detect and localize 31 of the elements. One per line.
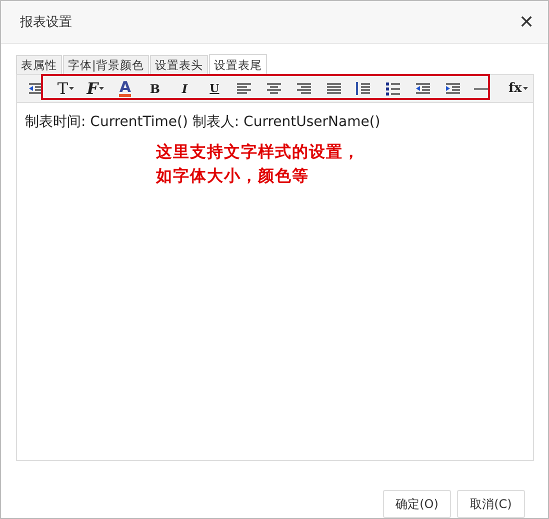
footer-text: 制表时间: CurrentTime() 制表人: CurrentUserName() [25, 113, 382, 131]
close-button[interactable]: ✕ [519, 11, 534, 33]
justify-icon[interactable] [326, 81, 342, 96]
tab[interactable]: 设置表尾 [208, 54, 267, 74]
confirm-button[interactable]: 确定(O) [383, 490, 451, 518]
editor-area[interactable]: 制表时间: CurrentTime() 制表人: CurrentUserName() 这里支持文字样式的设置， 如字体大小，颜色等 [16, 103, 534, 461]
outdent-icon[interactable] [28, 81, 44, 96]
caret-icon[interactable] [68, 87, 74, 90]
italic-button[interactable]: I [182, 82, 188, 96]
bullet-list-icon[interactable] [385, 81, 402, 96]
caret-icon[interactable] [522, 87, 528, 90]
outdent-icon[interactable] [414, 81, 431, 96]
tab[interactable]: 字体|背景颜色 [63, 55, 149, 74]
underline-button[interactable]: U [210, 82, 220, 95]
font-family-button[interactable]: F [86, 79, 98, 98]
tab[interactable]: 设置表头 [150, 55, 208, 74]
indent-icon[interactable] [444, 81, 461, 96]
align-right-icon[interactable] [296, 81, 312, 96]
font-color-button[interactable]: A [119, 80, 131, 97]
font-size-button[interactable]: T [57, 79, 68, 98]
annotation-text: 这里支持文字样式的设置， [156, 141, 361, 163]
bold-button[interactable]: B [150, 82, 160, 96]
caret-icon[interactable] [99, 87, 104, 90]
cancel-button[interactable]: 取消(C) [457, 490, 525, 518]
numbered-list-icon[interactable] [355, 81, 372, 96]
formula-button[interactable]: fx [508, 81, 522, 96]
annotation-text: 如字体大小，颜色等 [156, 165, 310, 187]
align-center-icon[interactable] [266, 81, 282, 96]
window-title: 报表设置 [20, 14, 72, 31]
align-left-icon[interactable] [236, 81, 252, 96]
tab[interactable]: 表属性 [16, 55, 62, 74]
